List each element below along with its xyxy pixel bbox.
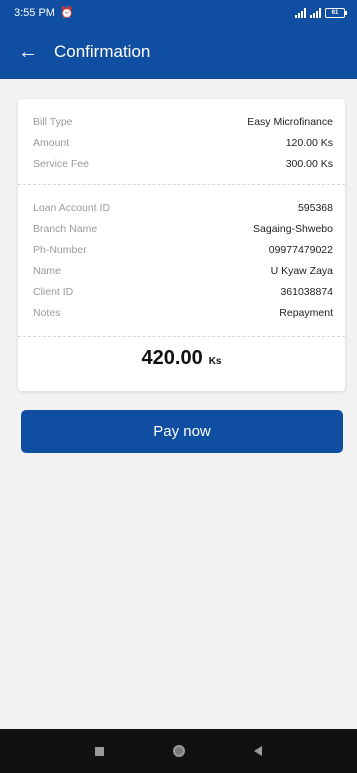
detail-row: Loan Account ID 595368 xyxy=(33,201,333,215)
battery-icon: 61 xyxy=(325,7,347,18)
detail-label: Branch Name xyxy=(33,223,98,235)
detail-label: Service Fee xyxy=(33,158,90,170)
detail-value: 300.00 Ks xyxy=(285,158,333,170)
detail-value: 120.00 Ks xyxy=(285,137,333,149)
total-amount: 420.00 Ks xyxy=(18,347,345,379)
detail-label: Loan Account ID xyxy=(33,202,111,214)
detail-label: Client ID xyxy=(33,286,74,298)
signal-icon xyxy=(295,7,306,18)
recent-apps-icon[interactable] xyxy=(94,746,104,756)
back-triangle-icon[interactable] xyxy=(254,746,263,756)
total-amount-value: 420.00 xyxy=(141,347,203,369)
detail-value: Repayment xyxy=(279,307,333,319)
app-bar: ← Confirmation xyxy=(0,25,357,79)
alarm-icon: ⏰ xyxy=(59,7,74,19)
status-right: 61 xyxy=(295,7,347,18)
detail-row: Client ID 361038874 xyxy=(33,285,333,299)
detail-value: 09977479022 xyxy=(268,244,333,256)
bill-details-card: Bill Type Easy Microfinance Amount 120.0… xyxy=(18,99,345,391)
detail-label: Notes xyxy=(33,307,61,319)
signal-icon-secondary xyxy=(310,7,321,18)
detail-label: Name xyxy=(33,265,62,277)
detail-row: Amount 120.00 Ks xyxy=(33,136,333,150)
detail-label: Amount xyxy=(33,137,70,149)
total-amount-unit: Ks xyxy=(208,356,222,367)
page-title: Confirmation xyxy=(54,42,151,61)
detail-row: Ph-Number 09977479022 xyxy=(33,243,333,257)
detail-label: Bill Type xyxy=(33,116,73,128)
system-nav-bar xyxy=(0,729,357,773)
detail-value: 361038874 xyxy=(280,286,333,298)
home-icon[interactable] xyxy=(172,745,185,757)
detail-value: Easy Microfinance xyxy=(247,116,333,128)
detail-value: Sagaing-Shwebo xyxy=(253,223,333,235)
section-divider xyxy=(18,184,345,185)
detail-row: Service Fee 300.00 Ks xyxy=(33,157,333,171)
detail-row: Name U Kyaw Zaya xyxy=(33,264,333,278)
status-time: 3:55 PM xyxy=(14,6,55,19)
detail-value: 595368 xyxy=(297,202,333,214)
pay-now-button[interactable]: Pay now xyxy=(21,410,343,453)
detail-label: Ph-Number xyxy=(33,244,87,256)
detail-row: Branch Name Sagaing-Shwebo xyxy=(33,222,333,236)
detail-row: Bill Type Easy Microfinance xyxy=(33,115,333,129)
status-left: 3:55 PM ⏰ xyxy=(14,6,74,20)
battery-level: 61 xyxy=(331,9,339,16)
detail-row: Notes Repayment xyxy=(33,306,333,320)
back-arrow-icon[interactable]: ← xyxy=(18,42,38,62)
detail-value: U Kyaw Zaya xyxy=(270,265,333,277)
status-bar: 3:55 PM ⏰ 61 xyxy=(0,0,357,25)
section-divider xyxy=(18,336,345,337)
